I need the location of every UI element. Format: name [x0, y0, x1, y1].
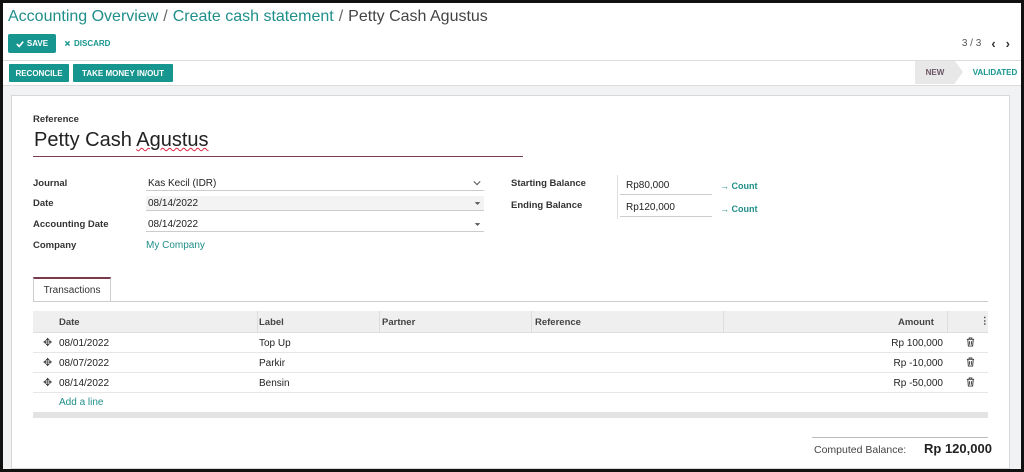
chevron-left-icon[interactable]: ‹ [991, 36, 995, 51]
column-header-date[interactable]: Date [59, 317, 80, 328]
date-field[interactable]: 08/14/2022 [146, 196, 484, 211]
column-separator [257, 311, 258, 333]
table-row[interactable]: ✥ 08/01/2022 Top Up Rp 100,000 [33, 333, 988, 353]
reference-input[interactable]: Petty Cash Agustus [34, 129, 209, 152]
reconcile-button[interactable]: RECONCILE [9, 64, 69, 82]
reference-label: Reference [33, 114, 79, 125]
status-new[interactable]: NEW [915, 61, 963, 84]
caret-down-icon [474, 222, 481, 226]
ending-balance-label: Ending Balance [511, 200, 583, 211]
save-button[interactable]: SAVE [8, 34, 56, 53]
add-line-link[interactable]: Add a line [59, 397, 103, 408]
chevron-down-icon [473, 181, 481, 186]
breadcrumb-link-accounting-overview[interactable]: Accounting Overview [8, 8, 158, 25]
table-footer [33, 412, 988, 418]
column-options-icon[interactable]: ⋮ [980, 316, 990, 327]
status-validated[interactable]: VALIDATED [955, 61, 1021, 84]
row-label: Parkir [259, 358, 286, 369]
trash-icon[interactable] [966, 337, 975, 347]
reference-underline [33, 156, 523, 157]
ending-balance-count-link[interactable]: → Count [720, 204, 758, 214]
company-link[interactable]: My Company [146, 240, 205, 251]
breadcrumb-current: Petty Cash Agustus [348, 8, 488, 25]
drag-handle-icon[interactable]: ✥ [43, 356, 52, 369]
divider [617, 175, 618, 219]
row-amount: Rp 100,000 [891, 338, 943, 349]
row-label: Bensin [259, 378, 290, 389]
accounting-date-value: 08/14/2022 [148, 218, 199, 230]
column-header-partner[interactable]: Partner [382, 317, 415, 328]
column-header-amount[interactable]: Amount [898, 317, 934, 328]
table-row[interactable]: ✥ 08/14/2022 Bensin Rp -50,000 [33, 373, 988, 393]
row-amount: Rp -50,000 [893, 378, 943, 389]
drag-handle-icon[interactable]: ✥ [43, 336, 52, 349]
divider [3, 60, 1021, 61]
breadcrumb: Accounting Overview / Create cash statemen… [8, 8, 488, 26]
status-bar: NEW VALIDATED [915, 61, 1021, 84]
reference-text: Petty Cash [34, 129, 137, 151]
row-date: 08/07/2022 [59, 358, 110, 369]
column-header-reference[interactable]: Reference [535, 317, 581, 328]
take-money-button[interactable]: TAKE MONEY IN/OUT [73, 64, 173, 82]
starting-balance-input[interactable]: Rp80,000 [620, 177, 712, 195]
reference-text-misspelled: Agustus [136, 129, 209, 151]
column-separator [379, 311, 380, 333]
save-button-label: SAVE [26, 39, 49, 48]
computed-balance-label: Computed Balance: [814, 444, 907, 456]
computed-balance-value: Rp 120,000 [924, 441, 992, 456]
row-amount: Rp -10,000 [893, 358, 943, 369]
column-separator [723, 311, 724, 333]
company-label: Company [33, 240, 77, 251]
tab-divider [33, 301, 988, 302]
ending-balance-input[interactable]: Rp120,000 [620, 199, 712, 217]
breadcrumb-separator: / [338, 8, 344, 25]
date-value: 08/14/2022 [148, 197, 199, 209]
trash-icon[interactable] [966, 357, 975, 367]
column-header-label[interactable]: Label [259, 317, 284, 328]
breadcrumb-link-create-cash-statement[interactable]: Create cash statement [173, 8, 334, 25]
trash-icon[interactable] [966, 377, 975, 387]
column-separator [531, 311, 532, 333]
journal-value: Kas Kecil (IDR) [148, 177, 217, 189]
breadcrumb-separator: / [163, 8, 168, 25]
caret-down-icon [474, 201, 481, 205]
chevron-right-icon[interactable]: › [1006, 36, 1010, 51]
close-icon [64, 40, 71, 47]
row-date: 08/01/2022 [59, 338, 110, 349]
table-header: Date Label Partner Reference Amount ⋮ [33, 311, 990, 333]
pager: 3 / 3 ‹ › [962, 36, 1010, 51]
column-separator [947, 311, 948, 333]
drag-handle-icon[interactable]: ✥ [43, 376, 52, 389]
row-date: 08/14/2022 [59, 378, 110, 389]
accounting-date-field[interactable]: 08/14/2022 [146, 217, 484, 232]
row-label: Top Up [259, 338, 291, 349]
total-divider [812, 437, 988, 438]
table-row[interactable]: ✥ 08/07/2022 Parkir Rp -10,000 [33, 353, 988, 373]
accounting-date-label: Accounting Date [33, 219, 109, 230]
tab-transactions[interactable]: Transactions [33, 277, 111, 302]
date-label: Date [33, 198, 54, 209]
discard-button-label: DISCARD [74, 39, 111, 48]
starting-balance-count-link[interactable]: → Count [720, 181, 758, 191]
pager-value[interactable]: 3 / 3 [962, 38, 981, 49]
discard-button[interactable]: DISCARD [64, 34, 110, 53]
check-icon [16, 40, 24, 48]
starting-balance-label: Starting Balance [511, 178, 586, 189]
journal-select[interactable]: Kas Kecil (IDR) [146, 176, 484, 191]
journal-label: Journal [33, 178, 68, 189]
